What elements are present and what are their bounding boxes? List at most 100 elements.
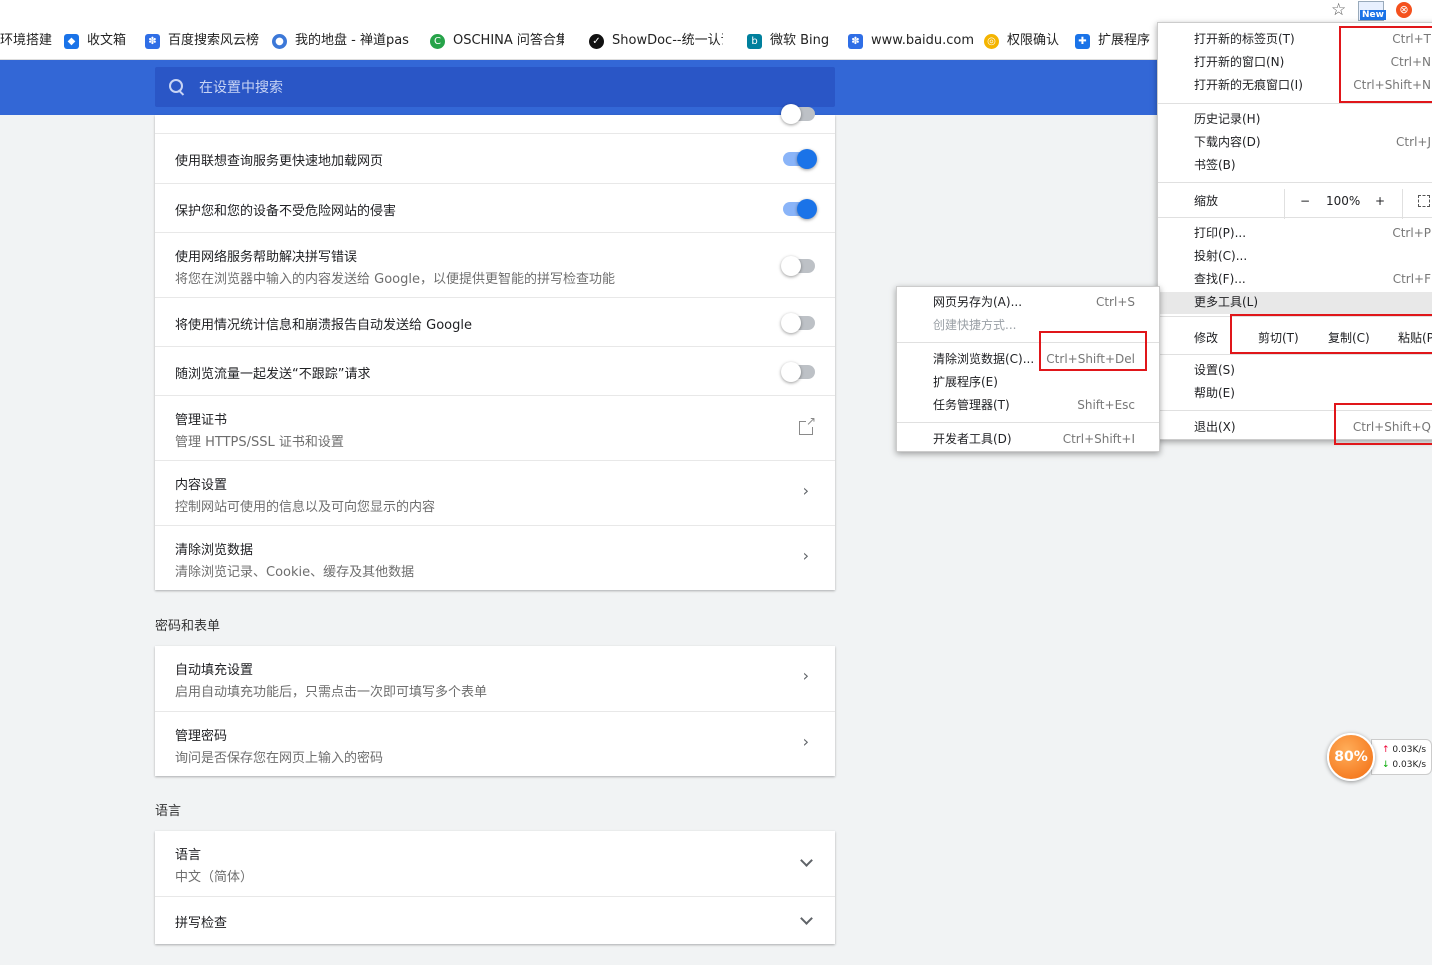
passwords-card: 自动填充设置 启用自动填充功能后，只需点击一次即可填写多个表单 › 管理密码 询… xyxy=(155,646,835,776)
chevron-right-icon[interactable]: › xyxy=(803,666,809,685)
toggle-switch[interactable] xyxy=(783,199,817,219)
zoom-value: 100% xyxy=(1326,194,1361,208)
menu-shortcut: Ctrl+J xyxy=(1396,135,1431,149)
setting-title: 使用网络服务帮助解决拼写错误 xyxy=(175,250,358,265)
menu-label: 设置(S) xyxy=(1194,363,1235,377)
download-speed: ↓ 0.03K/s xyxy=(1382,760,1426,770)
language-card: 语言 中文（简体） 拼写检查 xyxy=(155,831,835,944)
toggle-switch[interactable] xyxy=(781,256,815,276)
showdoc-icon: ✓ xyxy=(589,33,604,49)
toggle-knob xyxy=(781,362,801,382)
zoom-out-button[interactable]: − xyxy=(1300,189,1310,213)
menu-label: 帮助(E) xyxy=(1194,386,1235,400)
baidu-paw-icon: ✽ xyxy=(848,33,863,49)
extension-red-icon[interactable]: ⊗ xyxy=(1396,2,1412,18)
menu-item-bookmarks[interactable]: 书签(B) xyxy=(1158,155,1432,175)
menu-label: 开发者工具(D) xyxy=(933,432,1012,446)
bookmark-item[interactable]: 环境搭建 xyxy=(0,32,52,50)
menu-label: 清除浏览数据(C)... xyxy=(933,352,1035,366)
menu-label: 打印(P)... xyxy=(1194,226,1247,240)
bookmark-label: 收文箱 xyxy=(87,33,127,48)
bookmark-item[interactable]: ✽ 百度搜索风云榜 xyxy=(145,32,259,50)
memory-percent-ball[interactable]: 80% xyxy=(1327,733,1375,781)
setting-row[interactable]: 语言 中文（简体） xyxy=(155,831,835,896)
setting-row[interactable]: 清除浏览数据 清除浏览记录、Cookie、缓存及其他数据 › xyxy=(155,525,835,590)
menu-item-help[interactable]: 帮助(E) xyxy=(1158,383,1432,403)
chevron-right-icon[interactable]: › xyxy=(803,732,809,751)
bookmarks-bar: 环境搭建 ◆ 收文箱 ✽ 百度搜索风云榜 ● 我的地盘 - 禅道pasl C OSCHI… xyxy=(0,22,1160,60)
setting-row[interactable]: 使用联想查询服务更快速地加载网页 xyxy=(155,134,835,183)
zoom-label: 缩放 xyxy=(1194,194,1219,208)
bookmark-item[interactable]: C OSCHINA 问答合集 xyxy=(430,32,564,50)
menu-label: 退出(X) xyxy=(1194,420,1236,434)
toggle-switch[interactable] xyxy=(781,362,815,382)
setting-row[interactable]: 内容设置 控制网站可使用的信息以及可向您显示的内容 › xyxy=(155,460,835,525)
menu-item-downloads[interactable]: 下载内容(D) Ctrl+J xyxy=(1158,132,1432,152)
bookmark-star-icon[interactable]: ☆ xyxy=(1331,0,1346,20)
settings-search-box[interactable] xyxy=(155,67,835,107)
submenu-item-task-manager[interactable]: 任务管理器(T) Shift+Esc xyxy=(897,395,1159,415)
setting-row[interactable]: 自动填充设置 启用自动填充功能后，只需点击一次即可填写多个表单 › xyxy=(155,646,835,711)
setting-title: 清除浏览数据 xyxy=(175,543,254,558)
menu-item-find[interactable]: 查找(F)... Ctrl+F xyxy=(1158,269,1432,289)
toggle-knob xyxy=(781,104,801,124)
setting-row[interactable]: 拼写检查 xyxy=(155,896,835,944)
chevron-right-icon[interactable]: › xyxy=(803,481,809,500)
toggle-switch[interactable] xyxy=(783,149,817,169)
toggle-switch[interactable] xyxy=(781,104,815,124)
menu-shortcut: Ctrl+F xyxy=(1392,272,1431,286)
menu-item-more-tools[interactable]: 更多工具(L) xyxy=(1158,292,1432,314)
bookmark-item[interactable]: ✽ www.baidu.com xyxy=(848,32,974,50)
setting-row[interactable]: 使用网络服务帮助解决拼写错误 将您在浏览器中输入的内容发送给 Google，以便… xyxy=(155,232,835,297)
annotation-box-clear-data xyxy=(1039,331,1147,371)
globe-icon: ● xyxy=(272,33,287,49)
menu-item-cast[interactable]: 投射(C)... xyxy=(1158,246,1432,266)
oschina-icon: C xyxy=(430,33,445,49)
search-input[interactable] xyxy=(199,79,799,95)
menu-separator xyxy=(1158,217,1432,218)
setting-row[interactable]: 管理证书 管理 HTTPS/SSL 证书和设置 xyxy=(155,395,835,460)
bookmark-item[interactable]: b 微软 Bing xyxy=(747,32,829,50)
setting-row[interactable]: 随浏览流量一起发送“不跟踪”请求 xyxy=(155,346,835,395)
chevron-right-icon[interactable]: › xyxy=(803,546,809,565)
menu-item-history[interactable]: 历史记录(H) xyxy=(1158,109,1432,129)
fullscreen-icon[interactable] xyxy=(1418,195,1430,207)
menu-label: 打开新的窗口(N) xyxy=(1194,55,1285,69)
menu-separator xyxy=(1158,354,1432,355)
puzzle-icon: ✚ xyxy=(1075,33,1090,49)
browser-top-strip: ☆ New ⊗ xyxy=(0,0,1432,22)
bookmark-item[interactable]: ◎ 权限确认 xyxy=(984,32,1059,50)
setting-title: 管理证书 xyxy=(175,413,228,428)
menu-item-print[interactable]: 打印(P)... Ctrl+P xyxy=(1158,223,1432,243)
settings-header xyxy=(0,60,1160,115)
setting-subtitle: 将您在浏览器中输入的内容发送给 Google，以便提供更智能的拼写检查功能 xyxy=(175,272,615,287)
menu-shortcut: Ctrl+P xyxy=(1392,226,1431,240)
setting-row[interactable]: 保护您和您的设备不受危险网站的侵害 xyxy=(155,183,835,232)
submenu-item-save-page[interactable]: 网页另存为(A)... Ctrl+S xyxy=(897,292,1159,312)
bookmark-item[interactable]: ● 我的地盘 - 禅道pasl xyxy=(272,32,409,50)
menu-shortcut: Ctrl+S xyxy=(1095,295,1135,309)
menu-item-settings[interactable]: 设置(S) xyxy=(1158,360,1432,380)
setting-title: 将使用情况统计信息和崩溃报告自动发送给 Google xyxy=(175,318,472,333)
setting-title: 自动填充设置 xyxy=(175,663,254,678)
bookmark-label: 我的地盘 - 禅道pasl xyxy=(295,33,409,48)
bookmark-item[interactable]: ✚ 扩展程序 xyxy=(1075,32,1150,50)
menu-shortcut: Shift+Esc xyxy=(1077,398,1135,412)
bookmark-item[interactable]: ✓ ShowDoc--统一认证 xyxy=(589,32,723,50)
menu-label: 投射(C)... xyxy=(1194,249,1248,263)
annotation-box-new-shortcuts xyxy=(1339,26,1432,103)
bookmark-label: OSCHINA 问答合集 xyxy=(453,33,564,48)
setting-row[interactable]: 管理密码 询问是否保存您在网页上输入的密码 › xyxy=(155,711,835,776)
bookmark-item[interactable]: ◆ 收文箱 xyxy=(64,32,126,50)
toggle-switch[interactable] xyxy=(781,313,815,333)
submenu-item-extensions[interactable]: 扩展程序(E) xyxy=(897,372,1159,392)
toggle-knob xyxy=(781,256,801,276)
download-speed-value: 0.03K/s xyxy=(1392,760,1427,770)
submenu-item-devtools[interactable]: 开发者工具(D) Ctrl+Shift+I xyxy=(897,429,1159,449)
zoom-in-button[interactable]: + xyxy=(1375,189,1385,213)
extension-new-icon[interactable]: New xyxy=(1358,1,1386,21)
external-link-icon[interactable] xyxy=(799,415,816,435)
setting-row[interactable]: 将使用情况统计信息和崩溃报告自动发送给 Google xyxy=(155,297,835,346)
setting-subtitle: 询问是否保存您在网页上输入的密码 xyxy=(175,751,384,766)
menu-separator xyxy=(897,422,1159,423)
